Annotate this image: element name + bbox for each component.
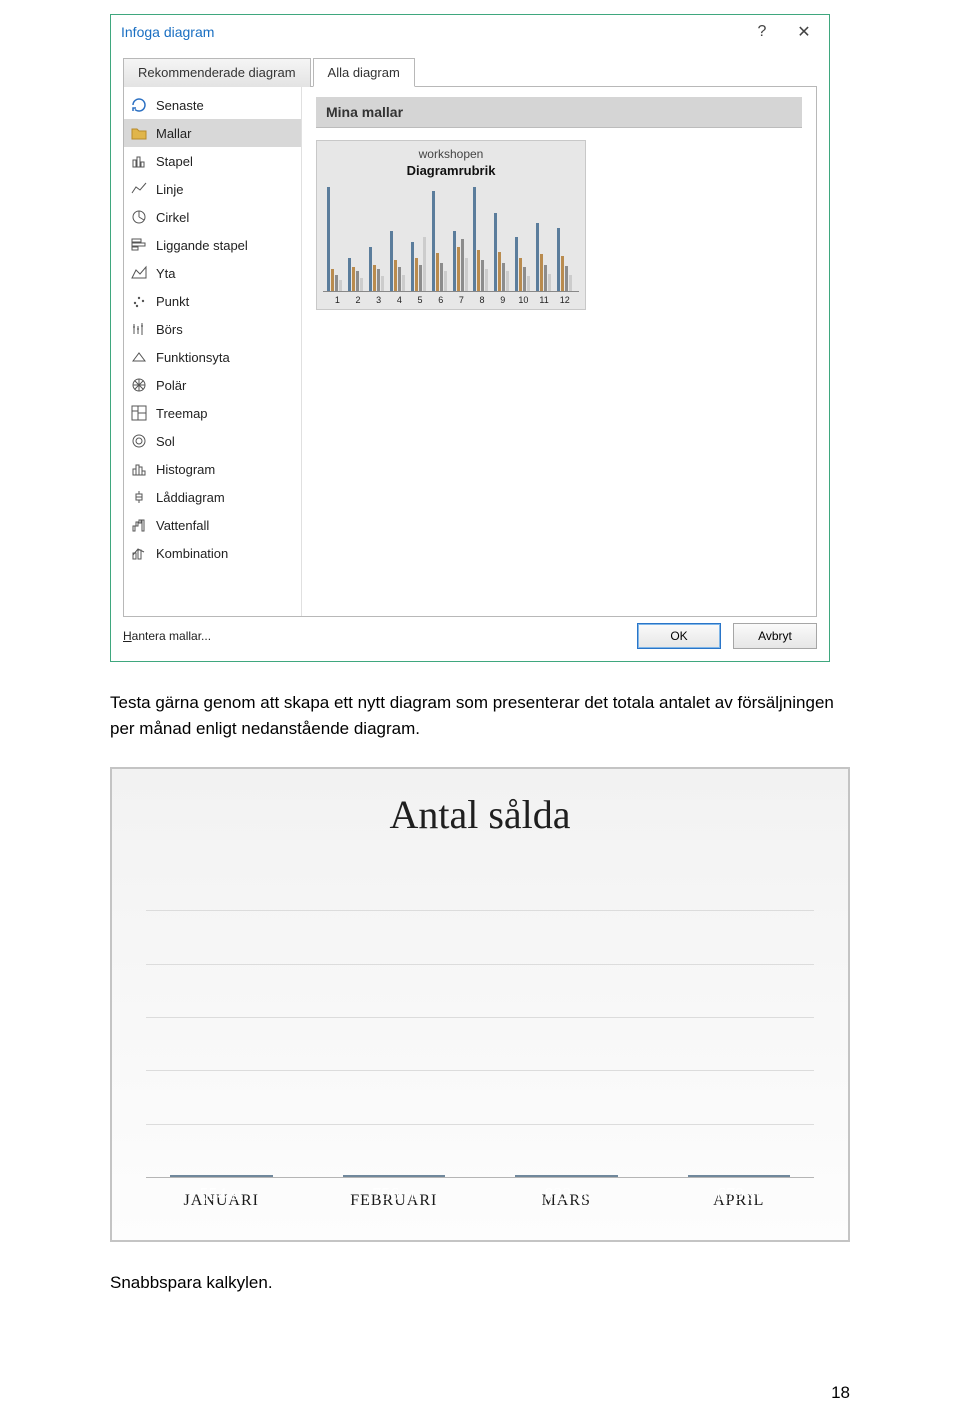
templates-heading: Mina mallar: [316, 97, 802, 128]
cirkel-icon: [130, 208, 148, 226]
chart-type-polär[interactable]: Polär: [124, 371, 301, 399]
bar-value-label: 554 st: [171, 1184, 272, 1205]
chart-type-label: Histogram: [156, 462, 215, 477]
page-number: 18: [831, 1383, 850, 1403]
låddiagram-icon: [130, 488, 148, 506]
bar-value-label: 822 st: [516, 1184, 617, 1205]
börs-icon: [130, 320, 148, 338]
chart-type-senaste[interactable]: Senaste: [124, 91, 301, 119]
chart-type-sol[interactable]: Sol: [124, 427, 301, 455]
chart-type-label: Polär: [156, 378, 186, 393]
chart-type-label: Linje: [156, 182, 183, 197]
chart-type-label: Låddiagram: [156, 490, 225, 505]
bar: 822 st: [515, 1175, 618, 1177]
chart-type-label: Stapel: [156, 154, 193, 169]
close-button[interactable]: ✕: [783, 17, 825, 47]
gridline: [146, 964, 814, 965]
chart-title: Antal sålda: [146, 791, 814, 838]
chart-type-liggande-stapel[interactable]: Liggande stapel: [124, 231, 301, 259]
liggande-stapel-icon: [130, 236, 148, 254]
example-chart: Antal sålda 554 st756 st822 st679 st JAN…: [110, 767, 850, 1242]
chart-type-label: Punkt: [156, 294, 189, 309]
chart-type-list: Senaste Mallar Stapel Linje Cirkel Liggande s…: [124, 87, 302, 616]
chart-type-label: Yta: [156, 266, 176, 281]
chart-type-histogram[interactable]: Histogram: [124, 455, 301, 483]
gridline: [146, 1017, 814, 1018]
chart-type-label: Senaste: [156, 98, 204, 113]
template-mini-plot: [323, 182, 579, 292]
chart-type-kombination[interactable]: Kombination: [124, 539, 301, 567]
dialog-tabs: Rekommenderade diagram Alla diagram: [123, 57, 817, 87]
vattenfall-icon: [130, 516, 148, 534]
treemap-icon: [130, 404, 148, 422]
bar-februari: 756 st: [343, 1175, 446, 1177]
chart-type-låddiagram[interactable]: Låddiagram: [124, 483, 301, 511]
template-thumbnail[interactable]: workshopen Diagramrubrik 123456789101112: [316, 140, 586, 310]
polär-icon: [130, 376, 148, 394]
chart-type-funktionsyta[interactable]: Funktionsyta: [124, 343, 301, 371]
template-caption: workshopen: [323, 147, 579, 161]
ok-button[interactable]: OK: [637, 623, 721, 649]
yta-icon: [130, 264, 148, 282]
chart-type-label: Mallar: [156, 126, 191, 141]
stapel-icon: [130, 152, 148, 170]
chart-type-stapel[interactable]: Stapel: [124, 147, 301, 175]
cancel-button[interactable]: Avbryt: [733, 623, 817, 649]
bar: 756 st: [343, 1175, 446, 1177]
punkt-icon: [130, 292, 148, 310]
chart-type-mallar[interactable]: Mallar: [124, 119, 301, 147]
chart-type-label: Liggande stapel: [156, 238, 248, 253]
tab-all-charts[interactable]: Alla diagram: [313, 58, 415, 87]
bars-row: 554 st 756 st 822 st 679 st: [146, 858, 814, 1178]
chart-type-yta[interactable]: Yta: [124, 259, 301, 287]
bar: 679 st: [688, 1175, 791, 1177]
bar-april: 679 st: [688, 1175, 791, 1177]
template-mini-xaxis: 123456789101112: [323, 292, 579, 305]
bar: 554 st: [170, 1175, 273, 1177]
chart-type-vattenfall[interactable]: Vattenfall: [124, 511, 301, 539]
dialog-titlebar: Infoga diagram ? ✕: [111, 15, 829, 49]
funktionsyta-icon: [130, 348, 148, 366]
chart-type-linje[interactable]: Linje: [124, 175, 301, 203]
chart-type-label: Vattenfall: [156, 518, 209, 533]
plot-area: 554 st 756 st 822 st 679 st: [146, 858, 814, 1178]
chart-type-börs[interactable]: Börs: [124, 315, 301, 343]
mallar-icon: [130, 124, 148, 142]
linje-icon: [130, 180, 148, 198]
histogram-icon: [130, 460, 148, 478]
gridline: [146, 1124, 814, 1125]
templates-panel: Mina mallar workshopen Diagramrubrik 123…: [302, 87, 816, 616]
dialog-title: Infoga diagram: [121, 24, 741, 40]
chart-type-label: Treemap: [156, 406, 208, 421]
help-button[interactable]: ?: [741, 17, 783, 47]
save-instruction: Snabbspara kalkylen.: [110, 1270, 850, 1296]
chart-type-label: Börs: [156, 322, 183, 337]
tab-recommended[interactable]: Rekommenderade diagram: [123, 58, 311, 87]
manage-templates-link[interactable]: Hantera mallar...: [123, 629, 211, 643]
chart-type-label: Funktionsyta: [156, 350, 230, 365]
template-chart-title: Diagramrubrik: [323, 163, 579, 178]
sol-icon: [130, 432, 148, 450]
chart-type-cirkel[interactable]: Cirkel: [124, 203, 301, 231]
kombination-icon: [130, 544, 148, 562]
bar-value-label: 679 st: [689, 1184, 790, 1205]
gridline: [146, 1070, 814, 1071]
chart-type-punkt[interactable]: Punkt: [124, 287, 301, 315]
insert-chart-dialog: Infoga diagram ? ✕ Rekommenderade diagra…: [110, 14, 830, 662]
chart-type-label: Sol: [156, 434, 175, 449]
bar-value-label: 756 st: [344, 1184, 445, 1205]
gridline: [146, 910, 814, 911]
senaste-icon: [130, 96, 148, 114]
dialog-footer: Hantera mallar... OK Avbryt: [111, 623, 829, 661]
chart-type-treemap[interactable]: Treemap: [124, 399, 301, 427]
bar-januari: 554 st: [170, 1175, 273, 1177]
chart-type-label: Cirkel: [156, 210, 189, 225]
bar-mars: 822 st: [515, 1175, 618, 1177]
chart-type-label: Kombination: [156, 546, 228, 561]
instruction-paragraph: Testa gärna genom att skapa ett nytt dia…: [110, 690, 850, 741]
